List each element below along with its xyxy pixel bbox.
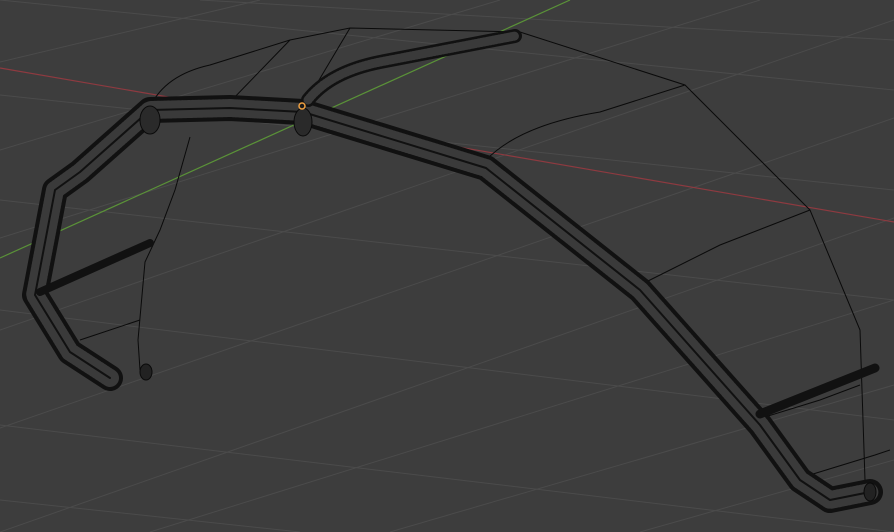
floor-grid xyxy=(0,0,894,532)
leading-edge-tube xyxy=(22,95,883,513)
3d-viewport[interactable] xyxy=(0,0,894,532)
viewport-canvas[interactable] xyxy=(0,0,894,532)
object-origin-icon[interactable] xyxy=(298,102,306,110)
